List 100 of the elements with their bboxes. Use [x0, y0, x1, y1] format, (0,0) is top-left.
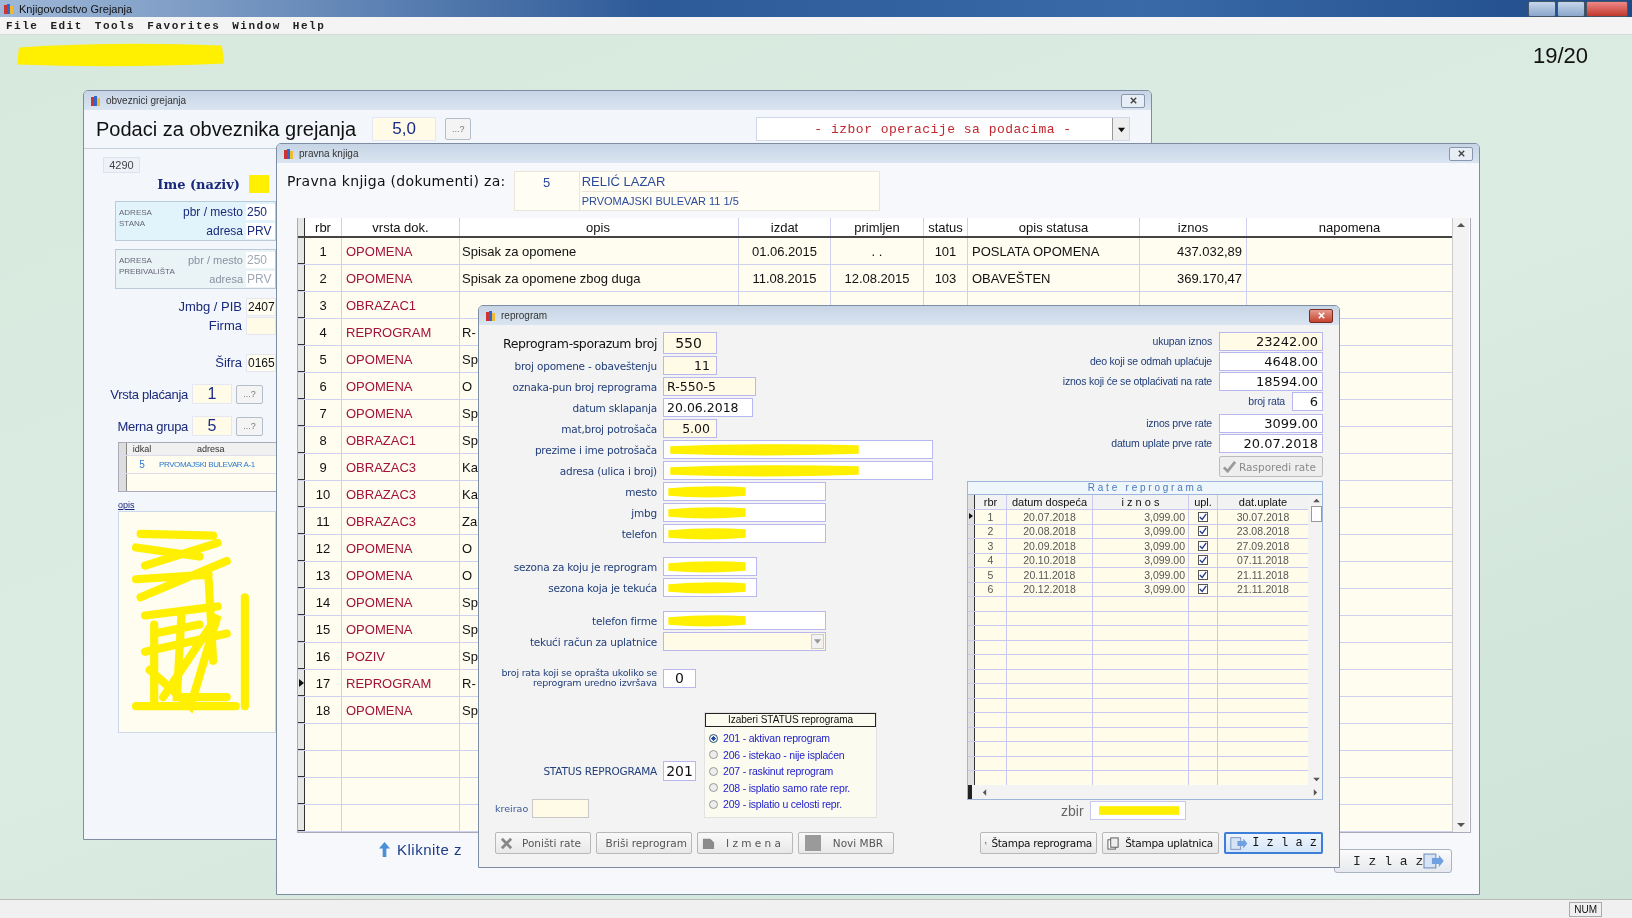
menu-item[interactable]: Edit [50, 19, 83, 32]
minimize-button[interactable] [1528, 0, 1556, 17]
amount-field[interactable]: 6 [1292, 391, 1323, 411]
copy-icon [1107, 836, 1120, 850]
checkbox[interactable] [1198, 584, 1208, 595]
table-cell: 12.08.2015 [844, 270, 910, 286]
table-cell: Sp [462, 702, 478, 718]
action-button[interactable]: I z m e n a [697, 832, 793, 854]
field-label: telefon [620, 527, 657, 540]
input-field[interactable] [663, 482, 826, 501]
checkbox[interactable] [1198, 540, 1208, 551]
lookup-button[interactable]: ...? [445, 118, 472, 140]
close-button[interactable] [1121, 93, 1145, 108]
table-title: R a t e r e p r o g r a m a [968, 482, 1322, 495]
checkbox[interactable] [1198, 569, 1208, 580]
action-button[interactable]: Štampa reprograma [980, 832, 1097, 854]
menu-item[interactable]: Window [232, 19, 281, 32]
input-field[interactable]: R-550-5 [663, 377, 756, 396]
input-field[interactable] [663, 632, 826, 651]
table-cell: Ka [462, 486, 478, 502]
operation-dropdown[interactable]: - izbor operacije sa podacima - [756, 117, 1130, 141]
menu-item[interactable]: Help [292, 19, 326, 32]
table-cell: REPROGRAM [346, 675, 432, 691]
notes-link[interactable]: opis [118, 500, 135, 510]
input-field[interactable] [663, 524, 826, 543]
input-field[interactable]: 0 [663, 668, 696, 688]
field-label: zbir [1061, 802, 1084, 819]
address-field[interactable]: PRV [246, 222, 275, 239]
input-field[interactable] [663, 578, 757, 597]
notes-field[interactable] [118, 511, 276, 733]
table-cell: OBRAZAC1 [346, 432, 417, 448]
checkbox[interactable] [1198, 555, 1208, 566]
status-field[interactable]: 201 [663, 760, 696, 781]
action-button[interactable]: Briši reprogram [596, 832, 692, 854]
scrollbar[interactable] [968, 785, 1322, 799]
radio-button[interactable] [709, 750, 718, 760]
field-label: iznos prve rate [1146, 417, 1212, 429]
amount-field[interactable]: 20.07.2018 [1219, 433, 1323, 453]
input-field[interactable]: 20.06.2018 [663, 398, 753, 417]
lookup-button[interactable]: ...? [236, 416, 263, 436]
table-cell: OPOMENA [346, 621, 413, 637]
action-button[interactable]: Štampa uplatnica [1102, 832, 1219, 854]
exit-button[interactable]: I z l a z [1334, 849, 1452, 873]
radio-button[interactable] [709, 766, 718, 776]
created-by-field[interactable] [532, 799, 590, 818]
checkbox[interactable] [1198, 511, 1208, 522]
jmbg-field[interactable]: 2407 [246, 297, 276, 316]
maximize-button[interactable] [1557, 0, 1585, 17]
close-button[interactable] [1449, 146, 1473, 161]
input-field[interactable]: 550 [663, 332, 717, 354]
field-label: STATUS REPROGRAMA [542, 764, 657, 777]
table-cell: 1 [319, 243, 327, 259]
radio-button[interactable] [709, 733, 718, 743]
input-field[interactable] [663, 440, 933, 459]
action-button[interactable]: Novi MBR [798, 832, 894, 854]
code-field[interactable]: 0165 [246, 353, 276, 372]
status-option[interactable]: 207 - raskinut reprogram [723, 765, 834, 778]
picker-field[interactable]: 5 [192, 416, 232, 436]
amount-field[interactable]: 3099.00 [1219, 413, 1323, 433]
company-field[interactable] [246, 316, 276, 335]
radio-button[interactable] [709, 799, 718, 809]
status-option[interactable]: 201 - aktivan reprogram [723, 732, 830, 745]
menu-item[interactable]: Tools [94, 19, 136, 32]
scroll-thumb[interactable] [1310, 506, 1322, 522]
status-option[interactable]: 208 - isplatio samo rate repr. [723, 781, 851, 794]
amount-field[interactable]: 23242.00 [1219, 331, 1323, 351]
close-button[interactable] [1309, 308, 1333, 323]
scrollbar[interactable] [1308, 495, 1322, 785]
form-heading: Podaci za obveznika grejanja [96, 117, 357, 141]
lookup-button[interactable]: ...? [236, 384, 263, 404]
table-cell: Sp [462, 351, 478, 367]
version-field[interactable]: 5,0 [372, 117, 437, 141]
input-field[interactable] [663, 611, 826, 630]
table-cell: 20.10.2018 [1023, 554, 1076, 567]
sum-field[interactable] [1089, 801, 1186, 820]
input-field[interactable] [663, 557, 757, 576]
action-button[interactable]: I z l a z [1224, 832, 1323, 854]
input-field[interactable]: 11 [663, 356, 717, 375]
menu-item[interactable]: File [6, 19, 39, 32]
status-option[interactable]: 209 - isplatio u celosti repr. [723, 798, 842, 811]
postal-field[interactable]: 250 [246, 203, 275, 220]
status-option[interactable]: 206 - istekao - nije isplaćen [723, 748, 845, 761]
cross-icon [500, 836, 513, 850]
table-cell: 13 [315, 567, 331, 583]
column-header: datum dospeća [1007, 495, 1093, 509]
window-title: reprogram [501, 310, 548, 321]
owner-number: 5 [514, 172, 580, 210]
menu-item[interactable]: Favorites [147, 19, 221, 32]
input-field[interactable] [663, 503, 826, 522]
input-field[interactable] [663, 461, 933, 480]
amount-field[interactable]: 18594.00 [1219, 371, 1323, 391]
amount-field[interactable]: 4648.00 [1219, 351, 1323, 371]
picker-field[interactable]: 1 [192, 384, 232, 404]
checkbox[interactable] [1198, 526, 1208, 537]
table-cell: 11 [316, 513, 330, 529]
input-field[interactable]: 5.00 [663, 419, 717, 438]
radio-button[interactable] [709, 783, 718, 793]
action-button[interactable]: Poništi rate [495, 832, 591, 854]
table-cell: 3,099.00 [1144, 554, 1185, 567]
table-cell: 20.12.2018 [1023, 583, 1076, 596]
